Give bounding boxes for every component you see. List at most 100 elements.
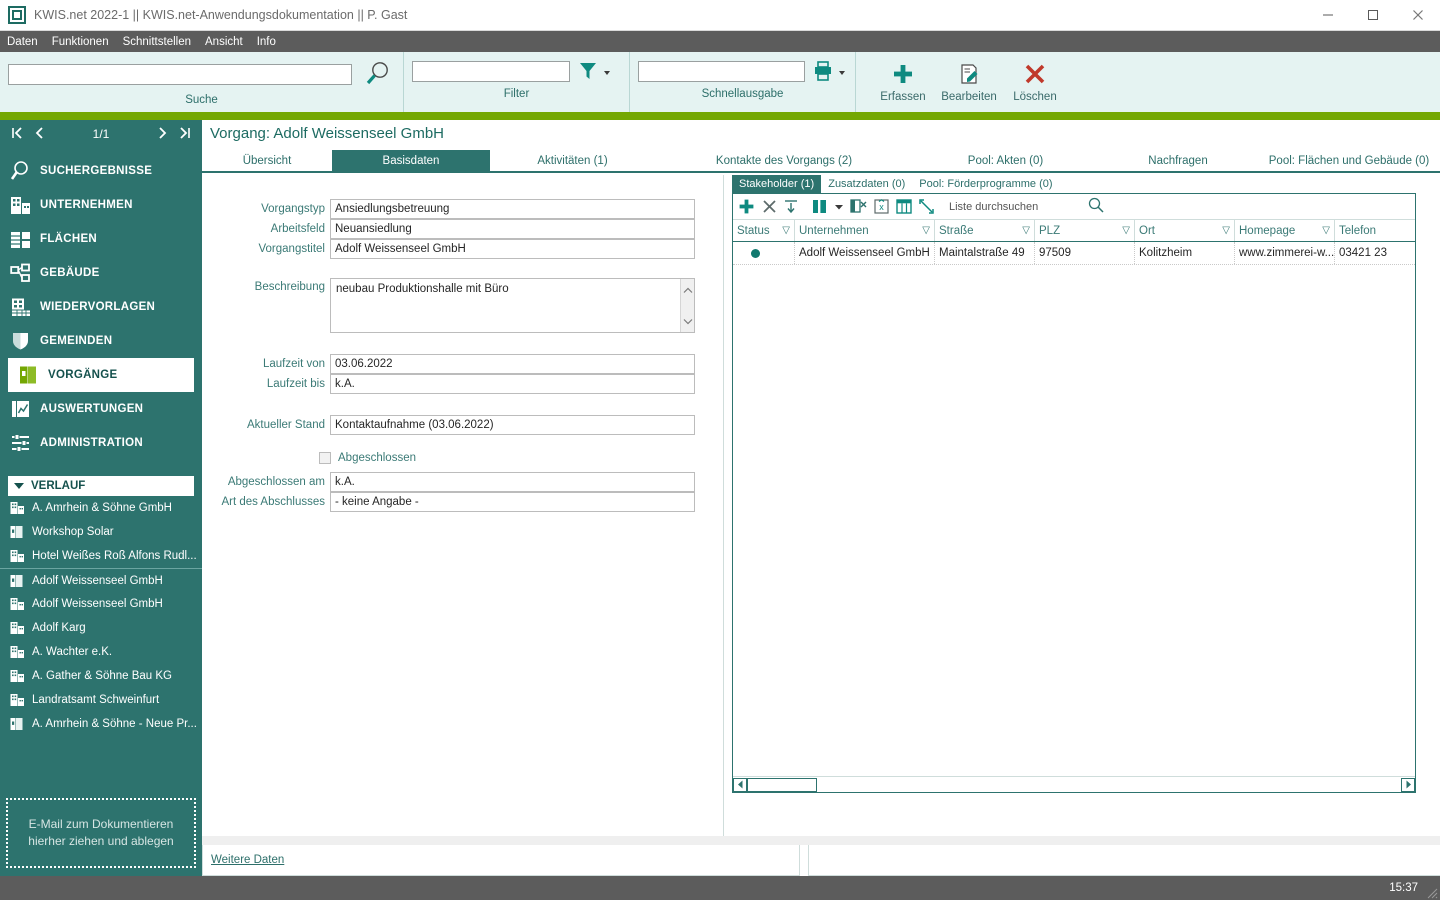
tab-nachfragen[interactable]: Nachfragen [1098,150,1258,171]
next-page-icon[interactable] [152,126,174,143]
grid-tab-zusatzdaten[interactable]: Zusatzdaten (0) [821,175,912,193]
menu-item-daten[interactable]: Daten [7,36,38,48]
menu-item-ansicht[interactable]: Ansicht [205,36,243,48]
sidebar-item-administration[interactable]: ADMINISTRATION [0,426,202,460]
minimize-icon[interactable] [1305,0,1350,31]
tab-aktivitaeten[interactable]: Aktivitäten (1) [490,150,655,171]
grid-tab-pool-foerderprogramme[interactable]: Pool: Förderprogramme (0) [912,175,1059,193]
ribbon-group-suche: Suche [0,52,404,112]
verlauf-header[interactable]: VERLAUF [8,476,194,496]
sidebar-item-unternehmen[interactable]: UNTERNEHMEN [0,188,202,222]
close-icon[interactable] [1395,0,1440,31]
tab-pool-akten[interactable]: Pool: Akten (0) [913,150,1098,171]
tab-kontakte-des-vorgangs[interactable]: Kontakte des Vorgangs (2) [655,150,913,171]
schnellausgabe-dropdown-caret[interactable] [839,70,845,75]
sort-icon[interactable] [784,199,799,215]
tab-pool-flaechen-und-gebaeude[interactable]: Pool: Flächen und Gebäude (0) [1258,150,1440,171]
tab-uebersicht[interactable]: Übersicht [202,150,332,171]
list-item[interactable]: A. Amrhein & Söhne - Neue Pr... [0,712,202,736]
weitere-daten-link[interactable]: Weitere Daten [211,854,284,866]
bearbeiten-button[interactable]: Bearbeiten [936,52,1002,112]
textarea-scrollbar[interactable] [680,279,694,332]
aktueller-stand-input[interactable]: Kontaktaufnahme (03.06.2022) [330,415,695,435]
sidebar-item-auswertungen[interactable]: AUSWERTUNGEN [0,392,202,426]
column-header-unternehmen[interactable]: Unternehmen ▽ [795,220,935,241]
arbeitsfeld-input[interactable]: Neuansiedlung [330,219,695,239]
column-header-strasse[interactable]: Straße ▽ [935,220,1035,241]
column-header-status[interactable]: Status ▽ [733,220,795,241]
sidebar-item-vorgaenge[interactable]: VORGÄNGE [8,358,194,392]
sidebar-item-flaechen[interactable]: FLÄCHEN [0,222,202,256]
list-item[interactable]: A. Amrhein & Söhne GmbH [0,496,202,520]
sidebar-item-suchergebnisse[interactable]: SUCHERGEBNISSE [0,154,202,188]
art-des-abschlusses-input[interactable]: - keine Angabe - [330,492,695,512]
remove-x-icon[interactable] [762,199,777,214]
export-excel-icon[interactable]: x [874,199,889,214]
grid-search[interactable]: Liste durchsuchen [949,197,1104,216]
resize-grip-icon[interactable] [1424,885,1438,899]
schnellausgabe-input[interactable] [638,60,805,82]
column-layout-icon[interactable] [812,199,828,214]
filter-funnel-icon[interactable]: ▽ [1022,225,1030,236]
table-row[interactable]: Adolf Weissenseel GmbH Maintalstraße 49 … [733,242,1415,265]
email-dropzone[interactable]: E-Mail zum Dokumentieren hierher ziehen … [6,798,196,868]
list-item[interactable]: Hotel Weißes Roß Alfons Rudl... [0,544,202,568]
scroll-left-icon[interactable] [733,777,747,792]
prev-page-icon[interactable] [28,126,50,143]
filter-funnel-icon[interactable]: ▽ [1122,225,1130,236]
sidebar-item-wiedervorlagen[interactable]: WIEDERVORLAGEN [0,290,202,324]
abgeschlossen-checkbox[interactable] [319,452,331,464]
list-item[interactable]: Workshop Solar [0,520,202,544]
grid-tab-stakeholder[interactable]: Stakeholder (1) [732,175,822,193]
tab-basisdaten[interactable]: Basisdaten [332,150,490,171]
filter-input[interactable] [412,60,570,82]
list-item[interactable]: Adolf Weissenseel GmbH [0,568,202,592]
search-icon[interactable] [1088,197,1104,216]
table-grid-icon[interactable] [896,199,912,214]
menu-item-funktionen[interactable]: Funktionen [52,36,109,48]
search-icon[interactable] [362,60,392,88]
laufzeit-bis-input[interactable]: k.A. [330,374,695,394]
scroll-up-icon[interactable] [683,281,693,299]
list-item[interactable]: A. Gather & Söhne Bau KG [0,664,202,688]
column-header-ort[interactable]: Ort ▽ [1135,220,1235,241]
grid-horizontal-scrollbar[interactable] [733,776,1415,792]
maximize-icon[interactable] [1350,0,1395,31]
scroll-down-icon[interactable] [683,312,693,330]
menu-item-schnittstellen[interactable]: Schnittstellen [123,36,191,48]
vorgangstitel-input[interactable]: Adolf Weissenseel GmbH [330,239,695,259]
last-page-icon[interactable] [174,126,196,143]
list-item[interactable]: Adolf Weissenseel GmbH [0,592,202,616]
scrollbar-track[interactable] [817,778,1401,792]
filter-icon[interactable] [578,60,598,82]
column-header-plz[interactable]: PLZ ▽ [1035,220,1135,241]
column-header-homepage[interactable]: Homepage ▽ [1235,220,1335,241]
column-layout-dropdown-caret[interactable] [835,204,843,210]
laufzeit-von-input[interactable]: 03.06.2022 [330,354,695,374]
first-page-icon[interactable] [6,126,28,143]
list-item[interactable]: Adolf Karg [0,616,202,640]
column-header-telefon[interactable]: Telefon [1335,220,1415,241]
search-input[interactable] [8,63,352,85]
filter-funnel-icon[interactable]: ▽ [1222,225,1230,236]
menu-item-info[interactable]: Info [257,36,276,48]
abgeschlossen-am-input[interactable]: k.A. [330,472,695,492]
vorgangstyp-input[interactable]: Ansiedlungsbetreuung [330,199,695,219]
loeschen-button[interactable]: Löschen [1002,52,1068,112]
filter-funnel-icon[interactable]: ▽ [1322,225,1330,236]
scrollbar-thumb[interactable] [747,777,817,792]
filter-dropdown-caret[interactable] [604,70,610,75]
add-plus-icon[interactable] [738,198,755,215]
beschreibung-textarea[interactable]: neubau Produktionshalle mit Büro [330,278,695,333]
printer-icon[interactable] [813,60,833,82]
sidebar-item-gemeinden[interactable]: GEMEINDEN [0,324,202,358]
clear-columns-icon[interactable] [850,199,867,214]
expand-arrows-icon[interactable] [919,199,934,214]
erfassen-button[interactable]: Erfassen [870,52,936,112]
filter-funnel-icon[interactable]: ▽ [922,225,930,236]
sidebar-item-gebaeude[interactable]: GEBÄUDE [0,256,202,290]
list-item[interactable]: Landratsamt Schweinfurt [0,688,202,712]
scroll-right-icon[interactable] [1401,777,1415,792]
filter-funnel-icon[interactable]: ▽ [782,225,790,236]
list-item[interactable]: A. Wachter e.K. [0,640,202,664]
